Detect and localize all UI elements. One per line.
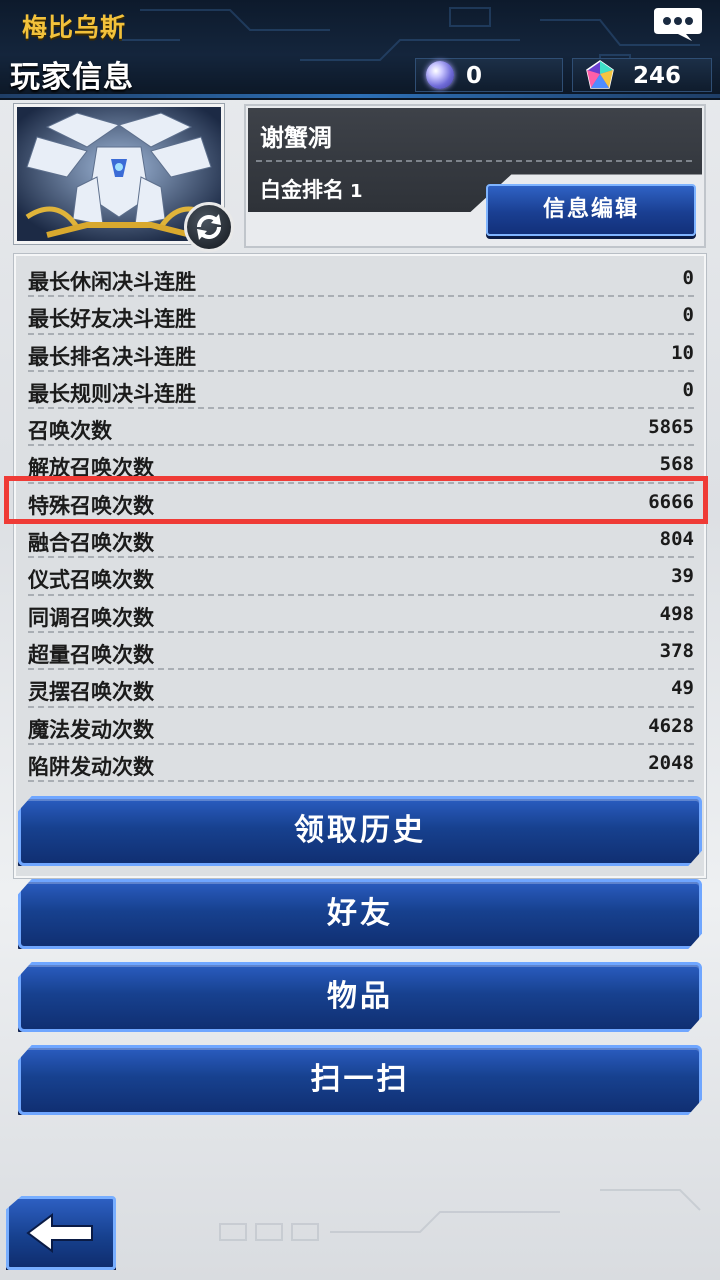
items-button[interactable]: 物品 bbox=[18, 962, 702, 1032]
stat-value: 5865 bbox=[648, 416, 694, 439]
stat-row-rule-streak: 最长规则决斗连胜 0 bbox=[28, 372, 694, 410]
stat-value: 2048 bbox=[648, 751, 694, 774]
stat-value: 568 bbox=[659, 453, 694, 476]
stat-value: 378 bbox=[659, 639, 694, 662]
stat-row-xyz-summons: 超量召唤次数 378 bbox=[28, 633, 694, 671]
stat-row-fusion-summons: 融合召唤次数 804 bbox=[28, 521, 694, 559]
stat-label: 最长休闲决斗连胜 bbox=[28, 270, 196, 294]
back-arrow-icon bbox=[26, 1213, 93, 1253]
highlight-box bbox=[4, 476, 708, 524]
stat-value: 498 bbox=[659, 602, 694, 625]
stat-row-pendulum-summons: 灵摆召唤次数 49 bbox=[28, 670, 694, 708]
stat-value: 0 bbox=[682, 378, 694, 401]
stat-value: 39 bbox=[671, 565, 694, 588]
rank-label: 白金排名 bbox=[260, 178, 344, 202]
stat-value: 0 bbox=[682, 267, 694, 289]
stat-value: 49 bbox=[671, 677, 694, 700]
stat-row-casual-streak: 最长休闲决斗连胜 0 bbox=[28, 260, 694, 298]
page-title: 玩家信息 bbox=[10, 60, 134, 95]
stat-value: 804 bbox=[659, 528, 694, 551]
stat-value: 4628 bbox=[648, 714, 694, 737]
top-bar: 梅比乌斯 玩家信息 0 246 bbox=[0, 0, 720, 100]
claim-history-button[interactable]: 领取历史 bbox=[18, 796, 702, 866]
stat-label: 魔法发动次数 bbox=[28, 717, 154, 742]
stat-row-ranked-streak: 最长排名决斗连胜 10 bbox=[28, 335, 694, 372]
stat-row-trap-activations: 陷阱发动次数 2048 bbox=[28, 745, 694, 783]
orb-currency-icon bbox=[426, 61, 454, 89]
player-name: 谢蟹凋 bbox=[260, 124, 332, 152]
stat-label: 最长规则决斗连胜 bbox=[28, 381, 196, 406]
back-button[interactable] bbox=[6, 1196, 116, 1270]
header-underline bbox=[0, 94, 720, 98]
refresh-icon bbox=[197, 214, 221, 240]
gem-currency-icon bbox=[586, 60, 614, 89]
gem-currency-value: 246 bbox=[632, 63, 681, 89]
stat-row-synchro-summons: 同调召唤次数 498 bbox=[28, 596, 694, 633]
stat-row-spell-activations: 魔法发动次数 4628 bbox=[28, 708, 694, 745]
friends-button[interactable]: 好友 bbox=[18, 879, 702, 949]
stat-value: 0 bbox=[682, 304, 694, 327]
stat-label: 召唤次数 bbox=[28, 419, 112, 444]
edit-info-button[interactable]: 信息编辑 bbox=[486, 184, 696, 236]
stat-label: 超量召唤次数 bbox=[28, 642, 154, 667]
stat-label: 陷阱发动次数 bbox=[28, 754, 154, 779]
profile-card: 谢蟹凋 白金排名 1 信息编辑 bbox=[244, 104, 706, 248]
orb-currency-value: 0 bbox=[465, 63, 482, 89]
rank-value: 1 bbox=[350, 181, 363, 202]
rank-text: 白金排名 1 bbox=[260, 174, 363, 204]
stat-label: 同调召唤次数 bbox=[28, 605, 154, 630]
stat-row-summons: 召唤次数 5865 bbox=[28, 409, 694, 447]
refresh-avatar-button[interactable] bbox=[184, 202, 234, 252]
name-divider bbox=[256, 160, 692, 162]
stat-label: 最长好友决斗连胜 bbox=[28, 307, 196, 332]
stat-label: 仪式召唤次数 bbox=[28, 568, 154, 593]
gem-currency-counter[interactable]: 246 bbox=[572, 58, 712, 92]
stat-label: 最长排名决斗连胜 bbox=[28, 344, 196, 369]
stat-label: 融合召唤次数 bbox=[28, 531, 154, 556]
stats-panel: 最长休闲决斗连胜 0 最长好友决斗连胜 0 最长排名决斗连胜 10 最长规则决斗… bbox=[14, 254, 706, 878]
stat-row-ritual-summons: 仪式召唤次数 39 bbox=[28, 558, 694, 596]
chat-icon[interactable] bbox=[652, 6, 704, 42]
stat-value: 10 bbox=[671, 341, 694, 364]
stat-row-friend-streak: 最长好友决斗连胜 0 bbox=[28, 297, 694, 335]
orb-currency-counter[interactable]: 0 bbox=[415, 58, 563, 92]
stat-label: 灵摆召唤次数 bbox=[28, 680, 154, 705]
world-name: 梅比乌斯 bbox=[22, 13, 127, 42]
